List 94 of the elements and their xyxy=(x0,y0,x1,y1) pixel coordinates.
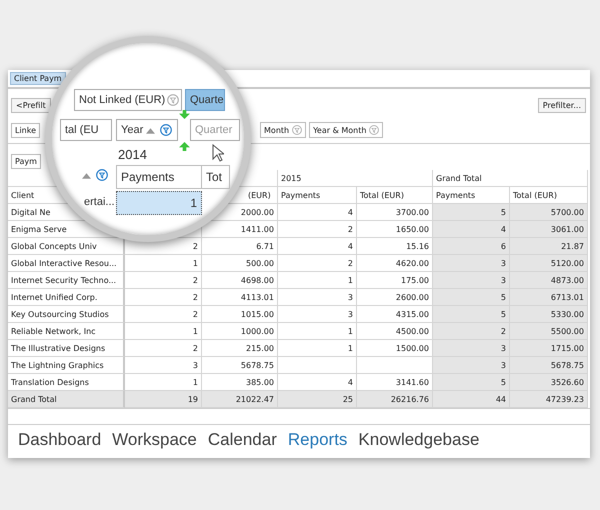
table-cell: 2 xyxy=(125,289,202,306)
panel-tab[interactable]: Client Paym xyxy=(10,72,66,85)
sort-icon[interactable] xyxy=(146,128,155,134)
table-cell: 3061.00 xyxy=(510,221,588,238)
table-cell: 5 xyxy=(433,374,510,391)
prefilter-button[interactable]: Prefilter... xyxy=(538,98,586,112)
column-header: Tot xyxy=(201,165,230,189)
table-cell: 4113.01 xyxy=(202,289,278,306)
field-chip[interactable]: Year xyxy=(116,119,178,141)
table-cell: 3 xyxy=(278,306,357,323)
table-cell: 5678.75 xyxy=(202,357,278,374)
data-field-chip[interactable]: Paym xyxy=(11,154,41,169)
table-cell: The Illustrative Designs xyxy=(8,340,125,357)
table-cell: 1000.00 xyxy=(202,323,278,340)
table-cell: 2 xyxy=(278,221,357,238)
table-cell: 5330.00 xyxy=(510,306,588,323)
table-cell: 2 xyxy=(125,306,202,323)
nav-tab[interactable]: Workspace xyxy=(112,430,197,450)
selected-cell[interactable]: 1 xyxy=(116,191,202,215)
table-cell: 25 xyxy=(278,391,357,408)
table-cell: 2 xyxy=(278,255,357,272)
table-cell: 3 xyxy=(278,289,357,306)
table-cell: 4698.00 xyxy=(202,272,278,289)
nav-tab[interactable]: Knowledgebase xyxy=(358,430,480,450)
table-cell: 4 xyxy=(433,221,510,238)
table-cell: 1 xyxy=(278,340,357,357)
filter-icon[interactable] xyxy=(96,169,108,181)
table-cell: Key Outsourcing Studios xyxy=(8,306,125,323)
field-chip[interactable]: Quarte xyxy=(185,89,225,111)
table-cell: 1015.00 xyxy=(202,306,278,323)
table-cell: 3 xyxy=(433,255,510,272)
table-cell: 5 xyxy=(433,204,510,221)
table-cell: Grand Total xyxy=(8,391,125,408)
table-cell: 5500.00 xyxy=(510,323,588,340)
table-cell: Reliable Network, Inc xyxy=(8,323,125,340)
sort-icon[interactable] xyxy=(82,173,91,179)
prefilter-button[interactable]: <Prefilt xyxy=(11,98,51,112)
table-cell: 4873.00 xyxy=(510,272,588,289)
filter-icon[interactable] xyxy=(369,125,380,135)
table-cell: 47239.23 xyxy=(510,391,588,408)
table-cell: 215.00 xyxy=(202,340,278,357)
field-chip[interactable]: Month xyxy=(260,122,306,138)
table-cell: Internet Security Techno... xyxy=(8,272,125,289)
field-chip[interactable]: Year & Month xyxy=(309,122,384,138)
nav-tab[interactable]: Calendar xyxy=(208,430,277,450)
table-cell: 21022.47 xyxy=(202,391,278,408)
table-cell: 5 xyxy=(433,289,510,306)
table-cell: 44 xyxy=(433,391,510,408)
table-cell: 2 xyxy=(433,323,510,340)
field-chip[interactable]: tal (EU xyxy=(60,119,112,141)
table-cell: 3526.60 xyxy=(510,374,588,391)
nav-tab[interactable]: Reports xyxy=(288,430,348,450)
column-header: Payments xyxy=(116,165,202,189)
table-cell: 21.87 xyxy=(510,238,588,255)
table-cell: Internet Unified Corp. xyxy=(8,289,125,306)
filter-icon[interactable] xyxy=(167,94,179,106)
mouse-cursor-icon xyxy=(212,144,224,162)
table-cell: 3 xyxy=(433,272,510,289)
table-cell: 1 xyxy=(125,255,202,272)
table-cell: 6.71 xyxy=(202,238,278,255)
table-cell: 6713.01 xyxy=(510,289,588,306)
arrow-down-icon xyxy=(179,110,190,119)
column-header: Payments xyxy=(278,187,357,204)
arrow-up-icon xyxy=(179,142,190,151)
table-cell: 1715.00 xyxy=(510,340,588,357)
field-chip[interactable]: Not Linked (EUR) xyxy=(74,89,182,111)
column-group-header: 2015 xyxy=(278,170,433,187)
column-group-header: Grand Total xyxy=(433,170,588,187)
table-cell: 26216.76 xyxy=(357,391,433,408)
table-cell: 19 xyxy=(125,391,202,408)
table-cell: 500.00 xyxy=(202,255,278,272)
table-cell: 1 xyxy=(278,323,357,340)
table-cell: 5700.00 xyxy=(510,204,588,221)
table-cell: The Lightning Graphics xyxy=(8,357,125,374)
table-cell: 4 xyxy=(278,204,357,221)
field-chip[interactable]: Linke xyxy=(11,122,40,138)
column-header: Total (EUR) xyxy=(357,187,433,204)
year-label: 2014 xyxy=(118,147,147,162)
table-cell: 5678.75 xyxy=(510,357,588,374)
table-cell: 5120.00 xyxy=(510,255,588,272)
table-cell: 1 xyxy=(278,272,357,289)
nav-tab[interactable]: Dashboard xyxy=(18,430,102,450)
table-cell: 2 xyxy=(125,340,202,357)
table-cell: 3 xyxy=(125,357,202,374)
table-cell: 3 xyxy=(433,340,510,357)
table-cell: Global Interactive Resou... xyxy=(8,255,125,272)
table-cell: 5 xyxy=(433,306,510,323)
table-cell: 2 xyxy=(125,272,202,289)
table-cell: 3 xyxy=(433,357,510,374)
filter-icon[interactable] xyxy=(292,125,302,135)
table-cell: 4 xyxy=(278,238,357,255)
filter-icon[interactable] xyxy=(160,124,172,136)
table-cell: 6 xyxy=(433,238,510,255)
table-cell: 1 xyxy=(125,323,202,340)
